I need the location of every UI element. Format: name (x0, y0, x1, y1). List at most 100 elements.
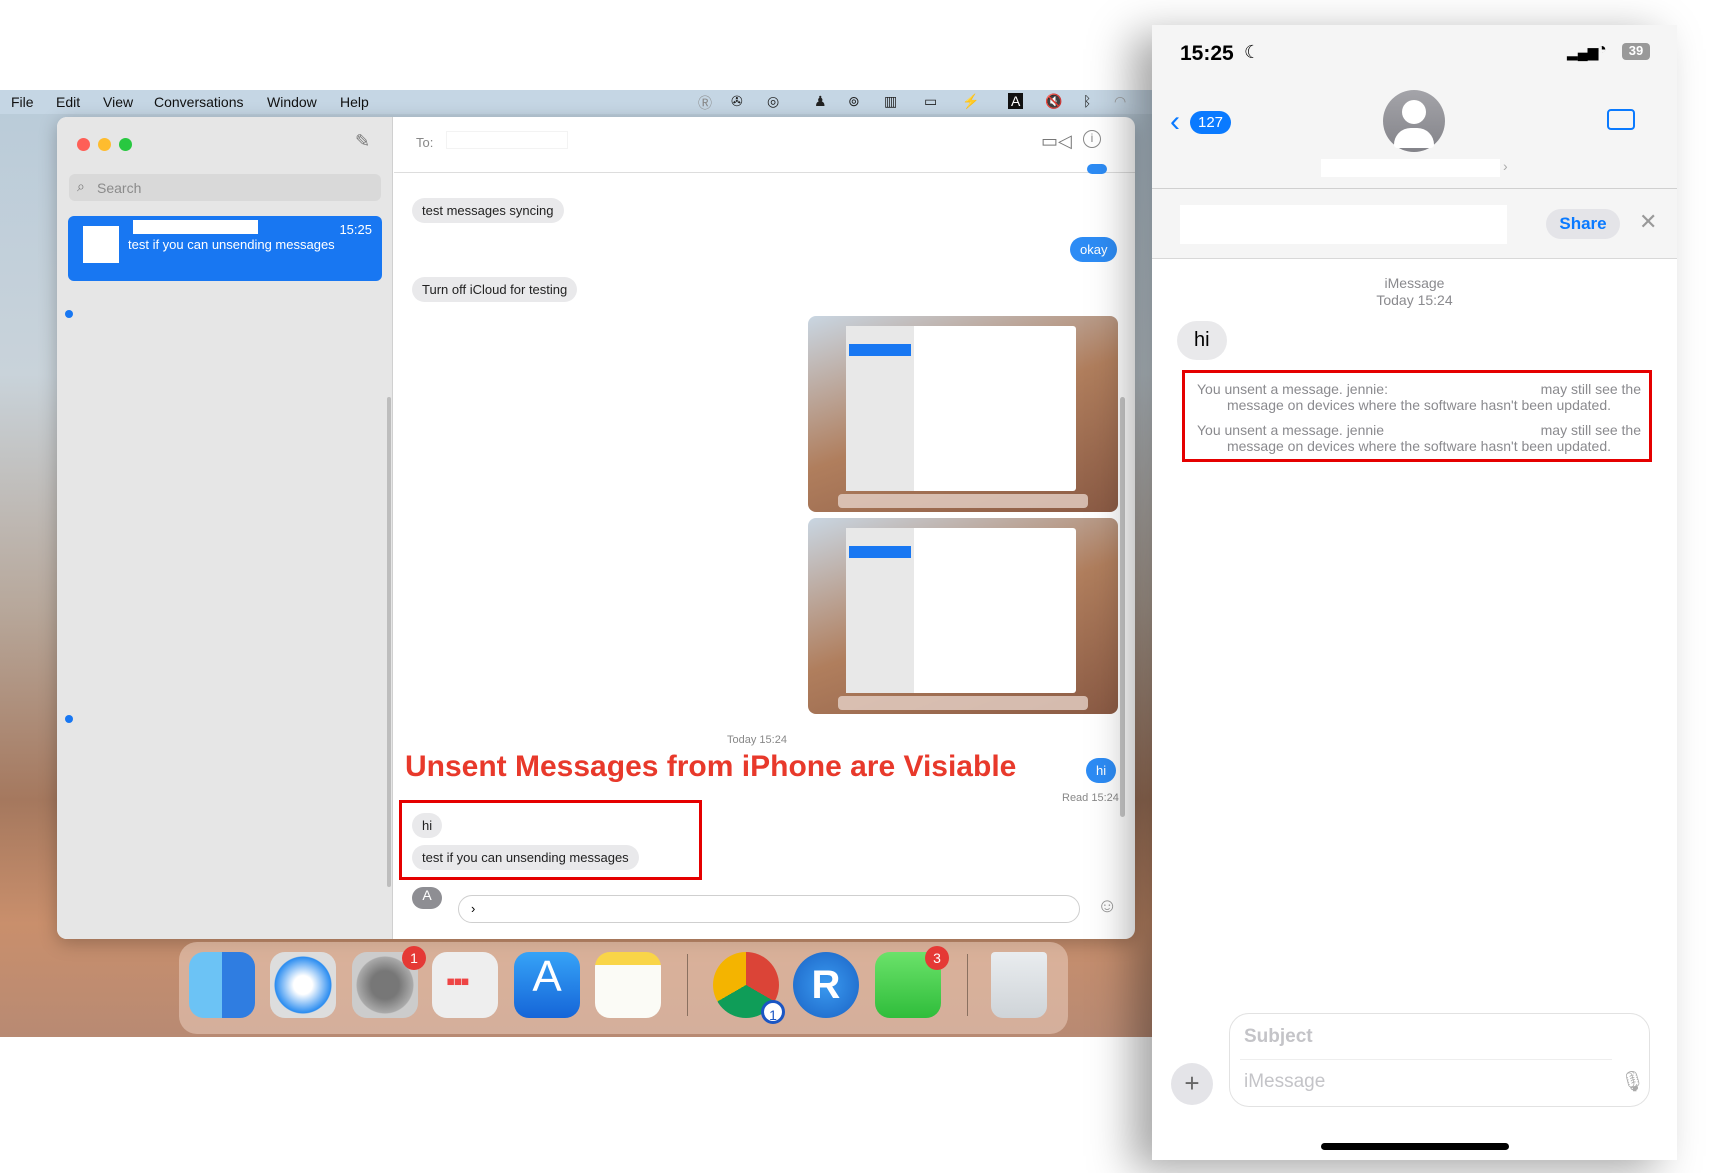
search-input[interactable]: ⌕ Search (69, 174, 381, 201)
input-source-icon[interactable]: A (1008, 93, 1024, 109)
message-bubble-incoming[interactable]: hi (1177, 321, 1227, 360)
unsent-text: may still see the (1540, 381, 1641, 397)
chat-header: To: ▭◁ i (394, 117, 1135, 173)
unsent-text: You unsent a message. jennie: (1197, 381, 1388, 397)
wifi-icon[interactable]: ◠ (1114, 93, 1126, 110)
unsent-notice: You unsent a message. jennie: may still s… (1197, 381, 1641, 413)
dock-chrome[interactable]: 1 (713, 952, 785, 1024)
menu-conversations[interactable]: Conversations (154, 94, 244, 110)
unsent-notice: You unsent a message. jennie may still se… (1197, 422, 1641, 454)
dock-finder[interactable] (189, 952, 255, 1018)
info-icon[interactable]: i (1083, 130, 1101, 148)
unsent-text: You unsent a message. jennie (1197, 422, 1385, 438)
menu-edit[interactable]: Edit (56, 94, 80, 110)
video-call-icon[interactable]: ▭◁ (1041, 131, 1072, 152)
contact-avatar[interactable] (1383, 90, 1445, 152)
mute-icon[interactable]: 🔇 (1045, 93, 1062, 110)
menu-view[interactable]: View (103, 94, 133, 110)
app-store-apps-button[interactable]: A (412, 887, 442, 909)
unsent-text: message on devices where the software ha… (1226, 438, 1612, 454)
dock-safari[interactable] (270, 952, 336, 1018)
message-bubble-outgoing[interactable]: hi (1086, 758, 1117, 783)
message-bubble-incoming[interactable]: test if you can unsending messages (412, 845, 639, 870)
message-bubble-outgoing[interactable]: okay (1070, 237, 1118, 262)
dock-messages[interactable]: 3 (875, 946, 949, 1018)
message-input[interactable]: › (458, 895, 1080, 923)
avatar-redacted (83, 226, 119, 263)
message-bubble-incoming[interactable]: Turn off iCloud for testing (412, 277, 578, 302)
to-label: To: (416, 135, 434, 150)
dock-app-store[interactable]: A (514, 952, 580, 1018)
message-bubble-incoming[interactable]: hi (412, 813, 443, 838)
search-icon: ⌕ (77, 178, 85, 194)
share-button[interactable]: Share (1546, 209, 1620, 239)
plus-button[interactable]: + (1171, 1063, 1213, 1105)
chat-scrollbar[interactable] (1120, 397, 1125, 817)
back-count-badge[interactable]: 127 (1190, 111, 1232, 134)
chevron-right-icon: › (1503, 158, 1508, 174)
memory-icon[interactable]: ▥ (884, 93, 897, 110)
subject-input[interactable]: Subject (1244, 1026, 1313, 1048)
message-bubble-incoming[interactable]: test messages syncing (412, 198, 564, 223)
timestamp: Today 15:24 (1376, 292, 1453, 308)
facetime-video-icon[interactable] (1607, 109, 1635, 130)
recipient-field[interactable] (446, 131, 568, 149)
minimize-button[interactable] (98, 138, 111, 151)
divider (1152, 188, 1677, 189)
dock: 1 ▪▪▪ A 1 R 3 (179, 942, 1068, 1034)
signal-icon: ▂▄▆ (1567, 44, 1599, 60)
dock-trash[interactable] (991, 952, 1047, 1018)
service-label: iMessage (1384, 275, 1445, 291)
messages-window: ✎ ⌕ Search 15:25 test if you can unsendi… (57, 117, 1135, 939)
annotation-box: You unsent a message. jennie: may still s… (1182, 370, 1652, 462)
contact-name-redacted[interactable] (1321, 159, 1500, 177)
conversation-item-selected[interactable]: 15:25 test if you can unsending messages (68, 216, 382, 281)
imessage-input[interactable]: iMessage (1244, 1071, 1325, 1093)
home-indicator[interactable] (1321, 1143, 1509, 1150)
contact-name-redacted (133, 220, 258, 234)
menu-help[interactable]: Help (340, 94, 369, 110)
sidebar-scrollbar[interactable] (387, 397, 391, 887)
notification-badge: 1 (761, 1000, 785, 1024)
notification-badge: 1 (402, 946, 426, 970)
screenshot-attachment[interactable] (808, 518, 1118, 714)
zoom-button[interactable] (119, 138, 132, 151)
read-receipt: Read 15:24 (1062, 792, 1119, 804)
airdrop-icon[interactable]: ⊚ (848, 93, 860, 110)
display-icon[interactable]: ▭ (924, 93, 937, 110)
iphone-header: 15:25 ☾ ▂▄▆ ◔ 39 ‹ 127 › Share ✕ (1152, 25, 1677, 259)
dock-launchpad[interactable]: ▪▪▪ (432, 952, 498, 1018)
r-status-icon[interactable]: Ⓡ (698, 93, 712, 113)
dock-notes[interactable] (595, 952, 661, 1018)
screenshot-attachment[interactable] (808, 316, 1118, 512)
menu-file[interactable]: File (11, 94, 34, 110)
fan-status-icon[interactable]: ✇ (731, 93, 743, 110)
dock-realvnc[interactable]: R (793, 952, 859, 1018)
divider (1240, 1059, 1612, 1060)
dock-divider (687, 954, 688, 1016)
user-status-icon[interactable]: ♟ (814, 93, 827, 110)
dock-divider (967, 954, 968, 1016)
conversation-time: 15:25 (339, 222, 372, 237)
message-input-value: › (471, 901, 476, 916)
dock-system-preferences[interactable]: 1 (352, 946, 426, 1018)
battery-indicator: 39 (1622, 43, 1650, 60)
back-chevron-icon[interactable]: ‹ (1170, 105, 1180, 139)
menu-window[interactable]: Window (267, 94, 317, 110)
emoji-icon[interactable]: ☺ (1097, 895, 1117, 918)
cloud-sync-icon[interactable]: ◎ (767, 93, 779, 110)
iphone-screen: 15:25 ☾ ▂▄▆ ◔ 39 ‹ 127 › Share ✕ iMessag… (1152, 25, 1677, 1160)
timestamp: Today 15:24 (727, 734, 787, 746)
search-placeholder: Search (97, 180, 142, 196)
battery-icon[interactable]: ⚡ (962, 93, 979, 110)
close-button[interactable] (77, 138, 90, 151)
unsent-text: message on devices where the software ha… (1226, 397, 1612, 413)
close-icon[interactable]: ✕ (1639, 209, 1657, 235)
microphone-icon[interactable]: 🎙 (1620, 1069, 1645, 1094)
bluetooth-icon[interactable]: ᛒ (1083, 93, 1091, 109)
annotation-heading: Unsent Messages from iPhone are Visiable (405, 750, 1017, 783)
conversation-preview: test if you can unsending messages (128, 237, 335, 252)
notification-badge: 3 (925, 946, 949, 970)
message-bubble-partial (1087, 164, 1107, 174)
compose-icon[interactable]: ✎ (355, 131, 370, 152)
